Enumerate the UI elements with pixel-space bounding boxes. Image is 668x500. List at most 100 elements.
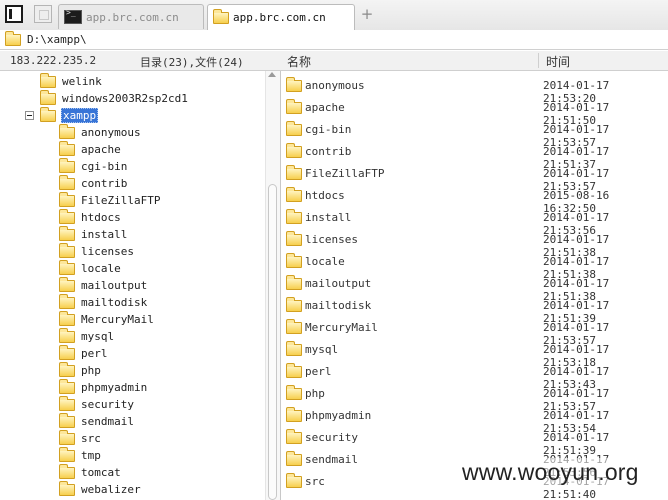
folder-icon — [286, 451, 302, 466]
tree-item[interactable]: php — [59, 361, 102, 379]
tree-item[interactable]: FileZillaFTP — [59, 191, 161, 209]
tab-label: app.brc.com.cn — [86, 10, 179, 24]
file-row[interactable]: mysql 2014-01-17 21:53:18 — [281, 339, 668, 369]
file-name: install — [305, 211, 352, 224]
tree-item[interactable]: htdocs — [59, 208, 122, 226]
tree-item[interactable]: licenses — [59, 242, 135, 260]
new-tab-button[interactable]: + — [360, 6, 374, 22]
collapse-toggle-icon[interactable] — [25, 111, 34, 120]
tree-item[interactable]: anonymous — [59, 123, 142, 141]
tree-item[interactable]: tmp — [59, 446, 102, 464]
tree-item[interactable]: sendmail — [59, 412, 135, 430]
file-row[interactable]: contrib 2014-01-17 21:51:37 — [281, 141, 668, 171]
tree-item-label: mailtodisk — [81, 296, 148, 309]
tree-item[interactable]: windows2003R2sp2cd1 — [40, 89, 189, 107]
tree-item-label: sendmail — [81, 415, 134, 428]
tree-item[interactable]: MercuryMail — [59, 310, 155, 328]
folder-icon — [59, 140, 75, 156]
folder-icon — [286, 363, 302, 378]
tree-scrollbar[interactable] — [265, 71, 280, 500]
folder-tree: welink windows2003R2sp2cd1 xampp anonymo… — [0, 71, 280, 500]
tree-item-label: windows2003R2sp2cd1 — [62, 92, 188, 105]
tree-item[interactable]: welink — [40, 72, 103, 90]
tree-item-label: licenses — [81, 245, 134, 258]
folder-icon — [59, 344, 75, 360]
tree-item[interactable]: locale — [59, 259, 122, 277]
folder-icon — [286, 231, 302, 246]
tree-item-label: src — [81, 432, 101, 445]
column-divider[interactable] — [538, 53, 539, 68]
file-row[interactable]: phpmyadmin 2014-01-17 21:53:54 — [281, 405, 668, 435]
tree-item[interactable]: contrib — [59, 174, 128, 192]
tree-item[interactable]: install — [59, 225, 128, 243]
tree-item[interactable]: perl — [59, 344, 109, 362]
tree-item[interactable]: src — [59, 429, 102, 447]
file-name: htdocs — [305, 189, 345, 202]
tree-item-label: perl — [81, 347, 108, 360]
file-row[interactable]: mailoutput 2014-01-17 21:51:38 — [281, 273, 668, 303]
tree-item[interactable]: phpmyadmin — [59, 378, 148, 396]
file-name: sendmail — [305, 453, 358, 466]
file-name: cgi-bin — [305, 123, 352, 136]
tree-item-label: security — [81, 398, 134, 411]
tab-file-manager[interactable]: app.brc.com.cn — [207, 4, 355, 30]
folder-icon — [59, 191, 75, 207]
tree-item-label: MercuryMail — [81, 313, 154, 326]
file-row[interactable]: perl 2014-01-17 21:53:43 — [281, 361, 668, 391]
tree-item-label: xampp — [61, 108, 99, 123]
sidebar-toggle-button[interactable] — [5, 5, 23, 23]
tree-item[interactable]: cgi-bin — [59, 157, 128, 175]
folder-icon — [40, 72, 56, 88]
file-name: contrib — [305, 145, 352, 158]
file-row[interactable]: php 2014-01-17 21:53:57 — [281, 383, 668, 413]
tree-item-label: locale — [81, 262, 121, 275]
file-row[interactable]: licenses 2014-01-17 21:51:38 — [281, 229, 668, 259]
tree-item[interactable]: mysql — [59, 327, 115, 345]
folder-icon — [59, 327, 75, 343]
tab-bar: app.brc.com.cn app.brc.com.cn + — [0, 0, 668, 31]
scroll-up-icon[interactable] — [268, 72, 276, 77]
file-row[interactable]: anonymous 2014-01-17 21:53:20 — [281, 75, 668, 105]
file-row[interactable]: htdocs 2015-08-16 16:32:50 — [281, 185, 668, 215]
tree-item[interactable]: mailoutput — [59, 276, 148, 294]
folder-icon — [59, 276, 75, 292]
tab-terminal[interactable]: app.brc.com.cn — [58, 4, 204, 29]
folder-icon — [59, 412, 75, 428]
tree-item[interactable]: webalizer — [59, 480, 142, 498]
folder-icon — [59, 463, 75, 479]
file-row[interactable]: MercuryMail 2014-01-17 21:53:57 — [281, 317, 668, 347]
terminal-icon — [64, 8, 82, 24]
folder-icon — [59, 174, 75, 190]
tree-item-label: FileZillaFTP — [81, 194, 161, 207]
tree-item[interactable]: apache — [59, 140, 122, 158]
tree-item-selected[interactable]: xampp — [40, 106, 99, 124]
tree-item[interactable]: mailtodisk — [59, 293, 148, 311]
folder-icon — [286, 99, 302, 114]
folder-icon — [59, 208, 75, 224]
file-row[interactable]: FileZillaFTP 2014-01-17 21:53:57 — [281, 163, 668, 193]
address-path[interactable]: D:\xampp\ — [27, 33, 87, 46]
item-count: 目录(23),文件(24) — [140, 56, 244, 69]
file-name: src — [305, 475, 325, 488]
file-row[interactable]: install 2014-01-17 21:53:56 — [281, 207, 668, 237]
file-row[interactable]: security 2014-01-17 21:51:39 — [281, 427, 668, 457]
column-header-name[interactable]: 名称 — [287, 53, 311, 70]
file-row[interactable]: apache 2014-01-17 21:51:50 — [281, 97, 668, 127]
column-header-time[interactable]: 时间 — [546, 53, 570, 70]
tree-item-label: welink — [62, 75, 102, 88]
folder-icon — [59, 242, 75, 258]
file-row[interactable]: cgi-bin 2014-01-17 21:53:57 — [281, 119, 668, 149]
scrollbar-thumb[interactable] — [268, 184, 277, 500]
folder-icon — [5, 30, 21, 46]
file-row[interactable]: mailtodisk 2014-01-17 21:51:39 — [281, 295, 668, 325]
blank-tab-icon[interactable] — [34, 5, 52, 23]
folder-icon — [286, 473, 302, 488]
file-row[interactable]: locale 2014-01-17 21:51:38 — [281, 251, 668, 281]
folder-icon — [286, 165, 302, 180]
address-bar[interactable]: D:\xampp\ — [0, 30, 668, 50]
folder-icon — [286, 253, 302, 268]
tree-item[interactable]: tomcat — [59, 463, 122, 481]
folder-icon — [59, 395, 75, 411]
tree-item[interactable]: security — [59, 395, 135, 413]
file-list: anonymous 2014-01-17 21:53:20 apache 2014-… — [281, 71, 668, 500]
